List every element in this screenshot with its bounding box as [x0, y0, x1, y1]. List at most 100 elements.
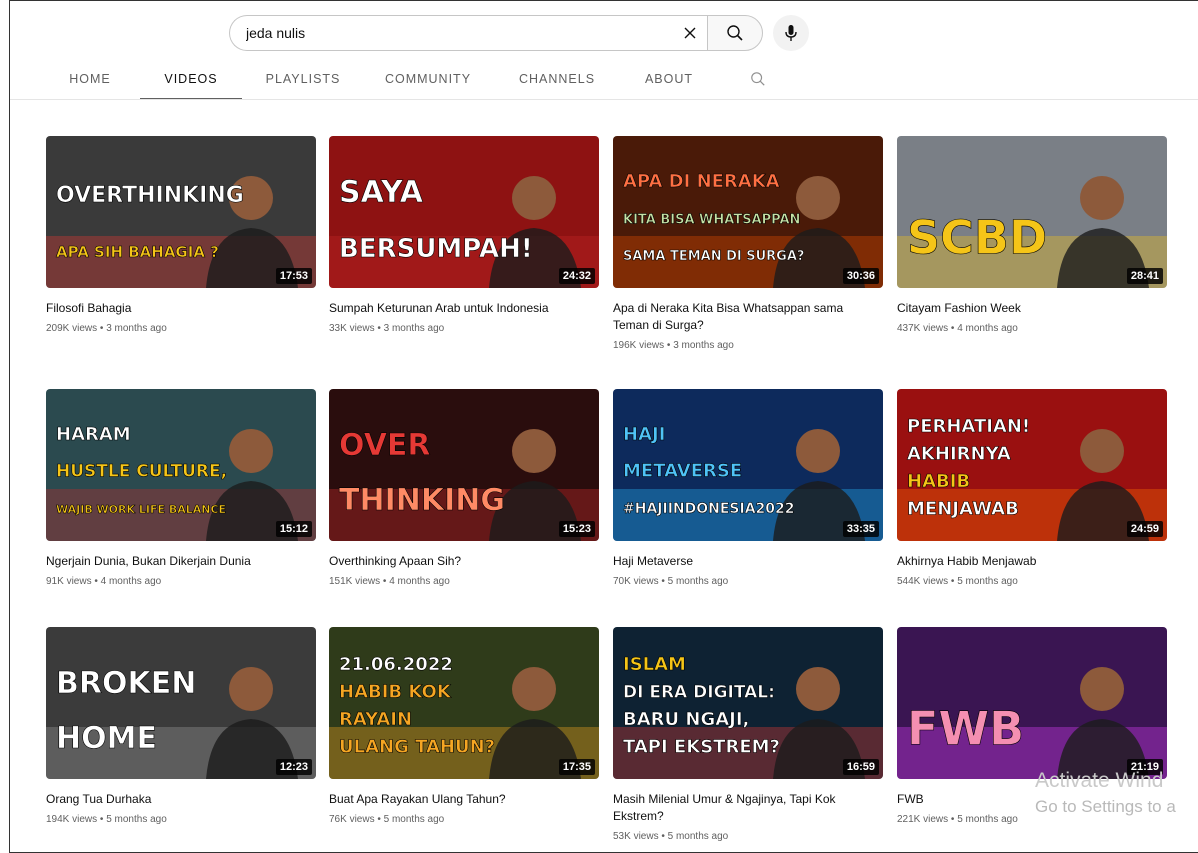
video-card[interactable]: HARAM HUSTLE CULTURE, WAJIB WORK LIFE BALA… [46, 389, 316, 587]
thumbnail-text: BROKEN [56, 666, 196, 701]
video-thumbnail[interactable]: 21.06.2022 HABIB KOK RAYAIN ULANG TAHUN? 17:… [329, 627, 599, 779]
video-meta: 70K views • 5 months ago [613, 576, 729, 587]
video-thumbnail[interactable]: APA DI NERAKA KITA BISA WHATSAPPAN SAMA TE… [613, 136, 883, 288]
search-bar [229, 15, 809, 51]
video-thumbnail[interactable]: SCBD 28:41 [897, 136, 1167, 288]
thumbnail-text: OVER [339, 428, 431, 463]
thumbnail-text: SCBD [907, 211, 1047, 265]
video-thumbnail[interactable]: PERHATIAN! AKHIRNYA HABIB MENJAWAB 24:59 [897, 389, 1167, 541]
video-card[interactable]: ISLAM DI ERA DIGITAL: BARU NGAJI, TAPI EKST… [613, 627, 883, 842]
thumbnail-text: METAVERSE [623, 460, 742, 481]
video-thumbnail[interactable]: SAYA BERSUMPAH! 24:32 [329, 136, 599, 288]
thumbnail-text: BERSUMPAH! [339, 234, 533, 264]
thumbnail-text: RAYAIN [339, 709, 412, 730]
thumbnail-text: THINKING [339, 483, 505, 518]
video-card[interactable]: SAYA BERSUMPAH! 24:32 Sumpah Keturunan Arab… [329, 136, 599, 334]
tab-playlists[interactable]: PLAYLISTS [242, 58, 364, 100]
video-title[interactable]: Haji Metaverse [613, 553, 863, 570]
video-title[interactable]: Filosofi Bahagia [46, 300, 296, 317]
video-title[interactable]: Overthinking Apaan Sih? [329, 553, 579, 570]
video-title[interactable]: Orang Tua Durhaka [46, 791, 296, 808]
thumbnail-text: #HAJIINDONESIA2022 [623, 501, 795, 517]
thumbnail-text: SAYA [339, 175, 424, 210]
video-card[interactable]: APA DI NERAKA KITA BISA WHATSAPPAN SAMA TE… [613, 136, 883, 351]
thumbnail-art: SAYA BERSUMPAH! [329, 175, 599, 288]
thumbnail-art: ISLAM DI ERA DIGITAL: BARU NGAJI, TAPI EKST… [613, 653, 883, 779]
person-head-shape [796, 429, 840, 473]
thumbnail-text: BARU NGAJI, [623, 709, 749, 730]
video-card[interactable]: 21.06.2022 HABIB KOK RAYAIN ULANG TAHUN? 17:… [329, 627, 599, 825]
thumbnail-art: OVERTHINKING APA SIH BAHAGIA ? [46, 176, 316, 288]
video-title[interactable]: Sumpah Keturunan Arab untuk Indonesia [329, 300, 579, 317]
search-input[interactable] [246, 25, 676, 41]
tab-community[interactable]: COMMUNITY [364, 58, 492, 100]
video-duration: 17:53 [275, 268, 312, 284]
video-card[interactable]: OVERTHINKING APA SIH BAHAGIA ? 17:53 Filoso… [46, 136, 316, 334]
video-duration: 30:36 [842, 268, 879, 284]
tab-about[interactable]: ABOUT [622, 58, 716, 100]
person-head-shape [796, 176, 840, 220]
watermark-line-2: Go to Settings to a [1035, 797, 1176, 816]
tab-channels[interactable]: CHANNELS [492, 58, 622, 100]
thumbnail-text: HOME [56, 721, 157, 756]
thumbnail-text: FWB [907, 702, 1024, 756]
watermark-line-1: Activate Wind [1035, 769, 1164, 792]
thumbnail-text: ISLAM [623, 654, 686, 675]
video-thumbnail[interactable]: HAJI METAVERSE #HAJIINDONESIA2022 33:35 [613, 389, 883, 541]
thumbnail-text: AKHIRNYA [907, 443, 1011, 464]
thumbnail-art: SCBD [897, 176, 1167, 288]
thumbnail-text: APA SIH BAHAGIA ? [56, 243, 219, 261]
voice-search-button[interactable] [773, 15, 809, 51]
thumbnail-art: HAJI METAVERSE #HAJIINDONESIA2022 [613, 423, 883, 541]
thumbnail-text: HABIB KOK [339, 681, 452, 702]
thumbnail-art: HARAM HUSTLE CULTURE, WAJIB WORK LIFE BALA… [46, 423, 316, 541]
close-icon [684, 27, 696, 39]
person-head-shape [512, 667, 556, 711]
tab-home[interactable]: HOME [40, 58, 140, 100]
thumbnail-text: SAMA TEMAN DI SURGA? [623, 249, 804, 264]
video-title[interactable]: Masih Milenial Umur & Ngajinya, Tapi Kok… [613, 791, 863, 825]
person-head-shape [1080, 667, 1124, 711]
video-meta: 91K views • 4 months ago [46, 576, 162, 587]
video-thumbnail[interactable]: OVERTHINKING APA SIH BAHAGIA ? 17:53 [46, 136, 316, 288]
video-title[interactable]: Ngerjain Dunia, Bukan Dikerjain Dunia [46, 553, 296, 570]
tabs-divider [10, 99, 1198, 100]
video-thumbnail[interactable]: ISLAM DI ERA DIGITAL: BARU NGAJI, TAPI EKST… [613, 627, 883, 779]
search-icon [751, 72, 765, 86]
channel-search-button[interactable] [716, 58, 800, 100]
video-thumbnail[interactable]: BROKEN HOME 12:23 [46, 627, 316, 779]
person-head-shape [229, 667, 273, 711]
thumbnail-art: PERHATIAN! AKHIRNYA HABIB MENJAWAB [897, 415, 1167, 541]
thumbnail-art: FWB [897, 667, 1167, 779]
video-card[interactable]: SCBD 28:41 Citayam Fashion Week 437K views … [897, 136, 1167, 334]
video-meta: 151K views • 4 months ago [329, 576, 450, 587]
video-title[interactable]: Apa di Neraka Kita Bisa Whatsappan sama … [613, 300, 863, 334]
video-thumbnail[interactable]: OVER THINKING 15:23 [329, 389, 599, 541]
video-thumbnail[interactable]: HARAM HUSTLE CULTURE, WAJIB WORK LIFE BALA… [46, 389, 316, 541]
video-duration: 17:35 [558, 759, 595, 775]
activate-windows-watermark: Activate Wind Go to Settings to a [1035, 768, 1176, 820]
video-card[interactable]: PERHATIAN! AKHIRNYA HABIB MENJAWAB 24:59 Akhi… [897, 389, 1167, 587]
tab-videos[interactable]: VIDEOS [140, 58, 242, 100]
video-duration: 16:59 [842, 759, 879, 775]
video-card[interactable]: BROKEN HOME 12:23 Orang Tua Durhaka 194K vie… [46, 627, 316, 825]
search-button[interactable] [707, 15, 763, 51]
thumbnail-text: HAJI [623, 424, 665, 445]
thumbnail-text: TAPI EKSTREM? [623, 736, 780, 757]
video-meta: 76K views • 5 months ago [329, 814, 445, 825]
clear-search-button[interactable] [676, 19, 704, 47]
video-meta: 194K views • 5 months ago [46, 814, 167, 825]
video-card[interactable]: HAJI METAVERSE #HAJIINDONESIA2022 33:35 Haji… [613, 389, 883, 587]
video-title[interactable]: Akhirnya Habib Menjawab [897, 553, 1147, 570]
thumbnail-text: HUSTLE CULTURE, [56, 461, 227, 481]
thumbnail-text: HARAM [56, 424, 131, 445]
thumbnail-text: ULANG TAHUN? [339, 736, 495, 757]
thumbnail-art: BROKEN HOME [46, 666, 316, 779]
video-title[interactable]: Buat Apa Rayakan Ulang Tahun? [329, 791, 579, 808]
video-title[interactable]: Citayam Fashion Week [897, 300, 1147, 317]
video-meta: 196K views • 3 months ago [613, 340, 734, 351]
video-meta: 33K views • 3 months ago [329, 323, 445, 334]
video-thumbnail[interactable]: FWB 21:19 [897, 627, 1167, 779]
video-card[interactable]: OVER THINKING 15:23 Overthinking Apaan Sih?… [329, 389, 599, 587]
thumbnail-text: MENJAWAB [907, 498, 1019, 519]
